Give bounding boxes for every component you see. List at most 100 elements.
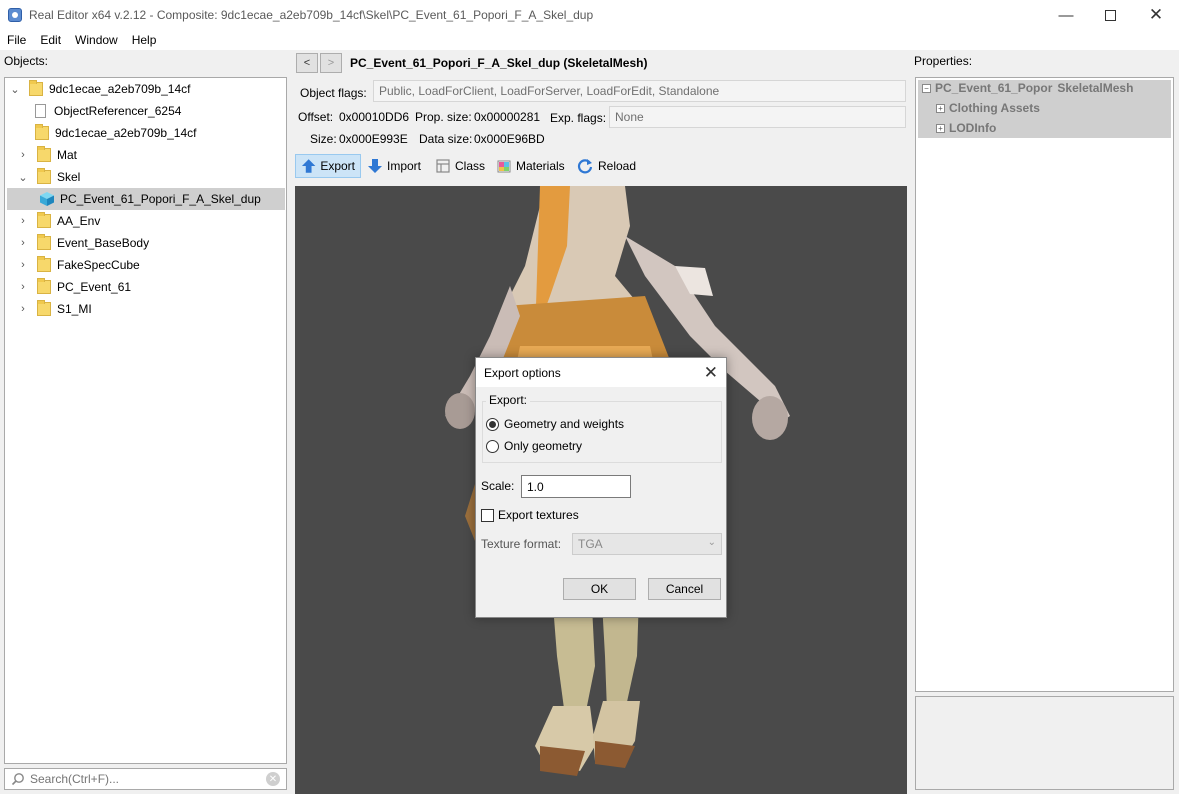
- tree-item[interactable]: › S1_MI: [17, 298, 92, 320]
- chevron-down-icon[interactable]: ⌄: [17, 171, 29, 184]
- objects-tree[interactable]: ⌄ 9dc1ecae_a2eb709b_14cf ObjectReference…: [4, 77, 287, 764]
- chevron-right-icon[interactable]: ›: [17, 303, 29, 315]
- tree-item-selected[interactable]: PC_Event_61_Popori_F_A_Skel_dup: [7, 188, 285, 210]
- back-button[interactable]: <: [296, 53, 318, 73]
- tree-item[interactable]: ⌄ Skel: [17, 166, 80, 188]
- tree-item-label: S1_MI: [57, 302, 92, 316]
- expand-icon[interactable]: +: [936, 123, 945, 133]
- tree-item[interactable]: ⌄ 9dc1ecae_a2eb709b_14cf: [9, 78, 190, 100]
- chevron-right-icon[interactable]: ›: [17, 215, 29, 227]
- menu-help[interactable]: Help: [125, 33, 164, 47]
- chevron-right-icon[interactable]: ›: [17, 149, 29, 161]
- dialog-close-button[interactable]: ✕: [704, 363, 718, 383]
- class-button[interactable]: Class: [430, 154, 490, 178]
- folder-icon: [37, 212, 51, 228]
- clear-search-icon[interactable]: ✕: [266, 772, 280, 786]
- search-input[interactable]: [30, 772, 260, 786]
- property-row[interactable]: + LODInfo: [936, 121, 996, 135]
- folder-icon: [37, 168, 51, 184]
- property-row[interactable]: + Clothing Assets: [936, 101, 1040, 115]
- menu-bar: File Edit Window Help: [0, 30, 1179, 50]
- radio-only-geometry[interactable]: Only geometry: [486, 439, 582, 453]
- maximize-button[interactable]: [1087, 0, 1133, 30]
- cancel-button[interactable]: Cancel: [648, 578, 721, 600]
- reload-label: Reload: [598, 159, 637, 173]
- object-flags-field: Public, LoadForClient, LoadForServer, Lo…: [373, 80, 906, 102]
- export-options-dialog: Export options ✕ Export: Geometry and we…: [475, 357, 727, 618]
- folder-icon: [37, 300, 51, 316]
- radio-label: Geometry and weights: [504, 417, 625, 431]
- tree-item[interactable]: ObjectReferencer_6254: [35, 100, 181, 122]
- tree-item[interactable]: › PC_Event_61: [17, 276, 131, 298]
- export-textures-checkbox[interactable]: Export textures: [481, 508, 579, 522]
- chevron-right-icon[interactable]: ›: [17, 281, 29, 293]
- square-icon: [1104, 9, 1116, 21]
- property-root-type: SkeletalMesh: [1057, 81, 1134, 95]
- search-box[interactable]: ✕: [4, 768, 287, 790]
- minimize-button[interactable]: —: [1043, 0, 1089, 30]
- property-root-row[interactable]: − PC_Event_61_Popor SkeletalMesh: [922, 81, 1133, 95]
- property-name: Clothing Assets: [949, 101, 1040, 115]
- chevron-down-icon[interactable]: ⌄: [9, 83, 21, 96]
- export-button[interactable]: Export: [295, 154, 361, 178]
- reload-button[interactable]: Reload: [571, 154, 641, 178]
- materials-label: Materials: [516, 159, 565, 173]
- tree-item-label: PC_Event_61_Popori_F_A_Skel_dup: [60, 192, 261, 206]
- texture-format-select[interactable]: TGA ⌄: [572, 533, 722, 555]
- property-root-name: PC_Event_61_Popor: [935, 81, 1053, 95]
- folder-icon: [35, 124, 49, 140]
- ok-button[interactable]: OK: [563, 578, 636, 600]
- dialog-title: Export options: [484, 365, 561, 380]
- close-window-button[interactable]: ✕: [1133, 0, 1179, 30]
- skeletal-mesh-icon: [40, 192, 54, 206]
- object-title: PC_Event_61_Popori_F_A_Skel_dup (Skeleta…: [350, 56, 648, 70]
- materials-icon: [497, 160, 511, 173]
- forward-button[interactable]: >: [320, 53, 342, 73]
- radio-button[interactable]: [486, 439, 499, 453]
- offset-label: Offset:: [298, 110, 334, 124]
- texture-format-label: Texture format:: [481, 537, 562, 551]
- menu-edit[interactable]: Edit: [33, 33, 68, 47]
- arrow-down-icon: [368, 159, 382, 173]
- checkbox[interactable]: [481, 508, 494, 522]
- export-label: Export: [320, 159, 355, 173]
- file-icon: [35, 104, 46, 118]
- radio-button-checked[interactable]: [486, 417, 499, 431]
- materials-button[interactable]: Materials: [491, 154, 570, 178]
- object-flags-label: Object flags:: [300, 86, 367, 100]
- expand-icon[interactable]: +: [936, 103, 945, 113]
- texture-format-value: TGA: [578, 537, 603, 551]
- tree-item[interactable]: › Mat: [17, 144, 77, 166]
- menu-window[interactable]: Window: [68, 33, 125, 47]
- menu-file[interactable]: File: [0, 33, 33, 47]
- properties-label: Properties:: [914, 54, 973, 68]
- export-groupbox: [482, 401, 722, 463]
- property-description-box: [915, 696, 1174, 790]
- folder-icon: [37, 278, 51, 294]
- objects-label: Objects:: [4, 54, 49, 68]
- scale-input[interactable]: 1.0: [521, 475, 631, 498]
- properties-tree[interactable]: − PC_Event_61_Popor SkeletalMesh + Cloth…: [915, 77, 1174, 692]
- data-size-value: 0x000E96BD: [474, 132, 545, 146]
- tree-item[interactable]: 9dc1ecae_a2eb709b_14cf: [35, 122, 196, 144]
- class-label: Class: [455, 159, 486, 173]
- class-icon: [436, 159, 450, 173]
- import-button[interactable]: Import: [362, 154, 426, 178]
- size-label: Size:: [310, 132, 337, 146]
- tree-item[interactable]: › AA_Env: [17, 210, 100, 232]
- tree-item-label: ObjectReferencer_6254: [54, 104, 182, 118]
- size-value: 0x000E993E: [339, 132, 408, 146]
- tree-item[interactable]: › FakeSpecCube: [17, 254, 140, 276]
- tree-item-label: AA_Env: [57, 214, 101, 228]
- offset-value: 0x00010DD6: [339, 110, 410, 124]
- exp-flags-field: None: [609, 106, 906, 128]
- import-label: Import: [387, 159, 422, 173]
- window-title: Real Editor x64 v.2.12 - Composite: 9dc1…: [29, 8, 594, 22]
- tree-item[interactable]: › Event_BaseBody: [17, 232, 149, 254]
- radio-geometry-and-weights[interactable]: Geometry and weights: [486, 417, 624, 431]
- collapse-icon[interactable]: −: [922, 83, 931, 93]
- exp-flags-label: Exp. flags:: [550, 111, 607, 125]
- chevron-right-icon[interactable]: ›: [17, 237, 29, 249]
- folder-icon: [37, 234, 51, 250]
- chevron-right-icon[interactable]: ›: [17, 259, 29, 271]
